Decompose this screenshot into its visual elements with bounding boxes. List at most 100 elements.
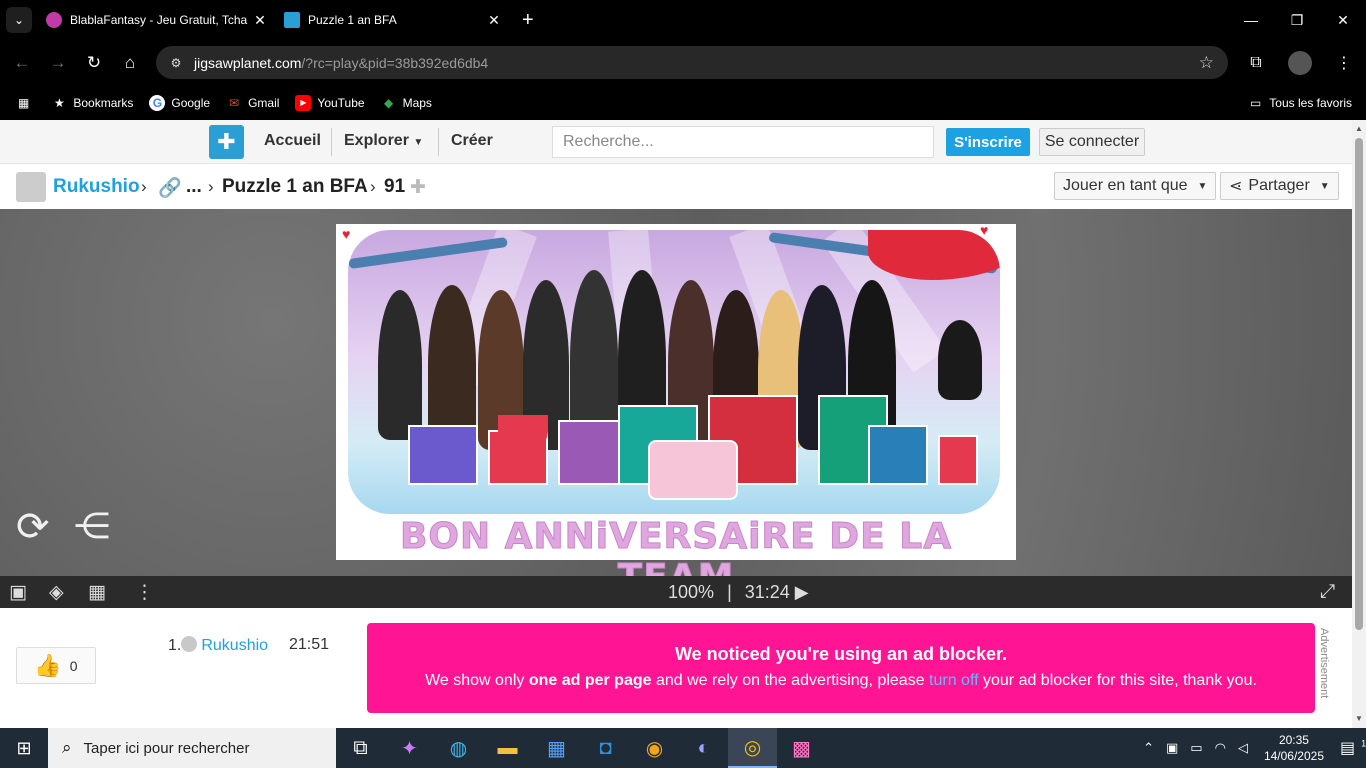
- norton-icon[interactable]: ◉: [630, 728, 679, 768]
- system-tray: ⌃ ▣ ▭ ◠ ◁ 20:35 14/06/2025 ▤ 1: [1137, 728, 1366, 768]
- menu-kebab-icon[interactable]: ⋮: [1322, 53, 1366, 73]
- bookmark-bookmarks[interactable]: ★ Bookmarks: [51, 95, 133, 111]
- bookmark-maps[interactable]: ◆ Maps: [381, 95, 432, 111]
- like-button[interactable]: 👍 0: [16, 647, 96, 684]
- play-as-dropdown[interactable]: Jouer en tant que ▼: [1054, 172, 1217, 200]
- adblock-text: We show only: [425, 672, 529, 689]
- site-info-icon[interactable]: ⚙: [166, 56, 186, 70]
- user-avatar[interactable]: [16, 172, 46, 202]
- outlook-icon[interactable]: ◘: [581, 728, 630, 768]
- nav-explore-label: Explorer: [344, 132, 409, 149]
- status-separator: |: [727, 582, 732, 602]
- scroll-thumb[interactable]: [1355, 138, 1363, 630]
- volume-icon[interactable]: ◁: [1238, 740, 1248, 756]
- breadcrumb-puzzle[interactable]: Puzzle 1 an BFA: [222, 176, 368, 198]
- adblock-message: We show only one ad per page and we rely…: [367, 672, 1315, 690]
- restore-icon[interactable]: ❐: [1274, 0, 1320, 40]
- blablafantasy-favicon-icon: [46, 12, 62, 28]
- search-icon: ⌕: [62, 738, 72, 757]
- reload-icon[interactable]: ↻: [76, 53, 112, 73]
- share-icon: ⋖: [1229, 178, 1243, 195]
- jigsawplanet-logo-icon[interactable]: ✚: [209, 125, 244, 159]
- more-options-icon[interactable]: ⋮: [135, 581, 154, 604]
- taskbar-search[interactable]: ⌕ Taper ici pour rechercher: [48, 728, 336, 768]
- discord-icon[interactable]: ◐: [679, 728, 728, 768]
- task-view-icon[interactable]: ⧉: [336, 728, 385, 768]
- puzzle-image[interactable]: ♥ ♥ BON ANNiVERSAiRE DE LA TEAM: [336, 222, 1016, 599]
- puzzle-play-area[interactable]: ♥ ♥ BON ANNiVERSAiRE DE LA TEAM ⟳ ⋲: [0, 209, 1352, 599]
- all-bookmarks[interactable]: ▭ Tous les favoris: [1250, 96, 1352, 110]
- page-scrollbar[interactable]: ▲ ▼: [1352, 120, 1366, 728]
- signup-button[interactable]: S'inscrire: [946, 128, 1030, 156]
- clock-time: 20:35: [1278, 733, 1309, 747]
- forward-arrow-icon[interactable]: →: [40, 53, 76, 73]
- turn-off-link[interactable]: turn off: [929, 672, 979, 689]
- home-icon[interactable]: ⌂: [112, 53, 148, 73]
- caret-down-icon: ▼: [413, 137, 424, 148]
- breadcrumb: Rukushio › 🔗 ... › Puzzle 1 an BFA › 91 …: [0, 164, 1352, 209]
- bookmark-gmail[interactable]: ✉ Gmail: [226, 95, 279, 111]
- clock-date: 14/06/2025: [1263, 749, 1324, 763]
- score-user-link[interactable]: Rukushio: [201, 637, 268, 654]
- bookmark-star-icon[interactable]: ☆: [1199, 53, 1214, 73]
- close-window-icon[interactable]: ✕: [1320, 0, 1366, 40]
- tray-device-icon[interactable]: ▣: [1166, 740, 1178, 756]
- windows-start-icon[interactable]: ⊞: [0, 728, 48, 768]
- apps-grid-icon[interactable]: ▦: [18, 96, 29, 110]
- login-button[interactable]: Se connecter: [1039, 128, 1145, 156]
- browser-tab-puzzle[interactable]: Puzzle 1 an BFA ✕: [270, 0, 504, 40]
- tab-list-button[interactable]: ⌄: [6, 7, 32, 33]
- share-network-icon[interactable]: ⋲: [74, 505, 110, 547]
- search-input[interactable]: [552, 126, 934, 158]
- extensions-puzzle-icon[interactable]: ⧉: [1234, 54, 1278, 72]
- tab-title: Puzzle 1 an BFA: [308, 13, 397, 27]
- breadcrumb-pieces[interactable]: 91: [384, 176, 405, 198]
- breadcrumb-user[interactable]: Rukushio: [53, 176, 140, 198]
- close-tab-icon[interactable]: ✕: [250, 12, 270, 29]
- nav-create[interactable]: Créer: [451, 132, 493, 150]
- scroll-down-icon[interactable]: ▼: [1355, 714, 1363, 723]
- breadcrumb-collapsed[interactable]: ...: [186, 176, 202, 198]
- edge-icon[interactable]: ◍: [434, 728, 483, 768]
- wifi-icon[interactable]: ◠: [1215, 740, 1226, 756]
- battery-icon[interactable]: ▭: [1190, 740, 1202, 756]
- microsoft-store-icon[interactable]: ▦: [532, 728, 581, 768]
- share-dropdown[interactable]: ⋖ Partager ▼: [1220, 172, 1339, 200]
- tray-chevron-icon[interactable]: ⌃: [1143, 740, 1154, 756]
- nav-home[interactable]: Accueil: [264, 132, 321, 150]
- profile-avatar-icon[interactable]: [1288, 50, 1312, 75]
- chrome-icon[interactable]: ◎: [728, 728, 777, 768]
- close-tab-icon[interactable]: ✕: [484, 12, 504, 29]
- blablafantasy-app-icon[interactable]: ▩: [777, 728, 826, 768]
- notification-center[interactable]: ▤ 1: [1334, 738, 1366, 758]
- clock[interactable]: 20:35 14/06/2025: [1264, 732, 1324, 764]
- minimize-icon[interactable]: —: [1228, 0, 1274, 40]
- fullscreen-icon[interactable]: ⤢: [1320, 581, 1335, 603]
- site-header: ✚ Accueil Explorer ▼ Créer S'inscrire Se…: [0, 120, 1352, 164]
- address-bar[interactable]: ⚙ jigsawplanet.com/?rc=play&pid=38b392ed…: [156, 46, 1228, 79]
- bookmark-google[interactable]: G Google: [149, 94, 210, 111]
- nav-divider: [331, 128, 332, 156]
- shuffle-refresh-icon[interactable]: ⟳: [16, 504, 50, 550]
- thumbs-up-icon: 👍: [34, 652, 62, 678]
- browser-tab-blablafantasy[interactable]: BlablaFantasy - Jeu Gratuit, Tcha ✕: [32, 0, 270, 40]
- file-explorer-icon[interactable]: ▬: [483, 728, 532, 768]
- bookmark-youtube[interactable]: ▶ YouTube: [295, 94, 365, 111]
- copilot-icon[interactable]: ✦: [385, 728, 434, 768]
- notification-count: 1: [1361, 738, 1366, 749]
- score-rank: 1.: [168, 637, 182, 654]
- elapsed-time[interactable]: 31:24 ▶: [745, 582, 809, 602]
- ghost-image-icon[interactable]: ◈: [49, 581, 64, 604]
- back-arrow-icon[interactable]: ←: [4, 53, 40, 73]
- scroll-up-icon[interactable]: ▲: [1355, 124, 1363, 133]
- image-preview-icon[interactable]: ▣: [9, 581, 27, 604]
- nav-explore[interactable]: Explorer ▼: [344, 132, 423, 150]
- browser-toolbar: ← → ↻ ⌂ ⚙ jigsawplanet.com/?rc=play&pid=…: [0, 40, 1366, 85]
- browser-tab-strip: ⌄ BlablaFantasy - Jeu Gratuit, Tcha ✕ Pu…: [0, 0, 1366, 40]
- adblock-bold-text: one ad per page: [528, 672, 652, 689]
- puzzle-toolbar: ▣ ◈ ▦ ⋮ 100% | 31:24 ▶ ⤢: [0, 576, 1352, 608]
- adblock-notice: We noticed you're using an ad blocker. W…: [367, 623, 1315, 713]
- new-tab-plus-icon[interactable]: +: [522, 9, 534, 32]
- caret-down-icon: ▼: [1319, 180, 1330, 192]
- grid-arrange-icon[interactable]: ▦: [88, 581, 106, 604]
